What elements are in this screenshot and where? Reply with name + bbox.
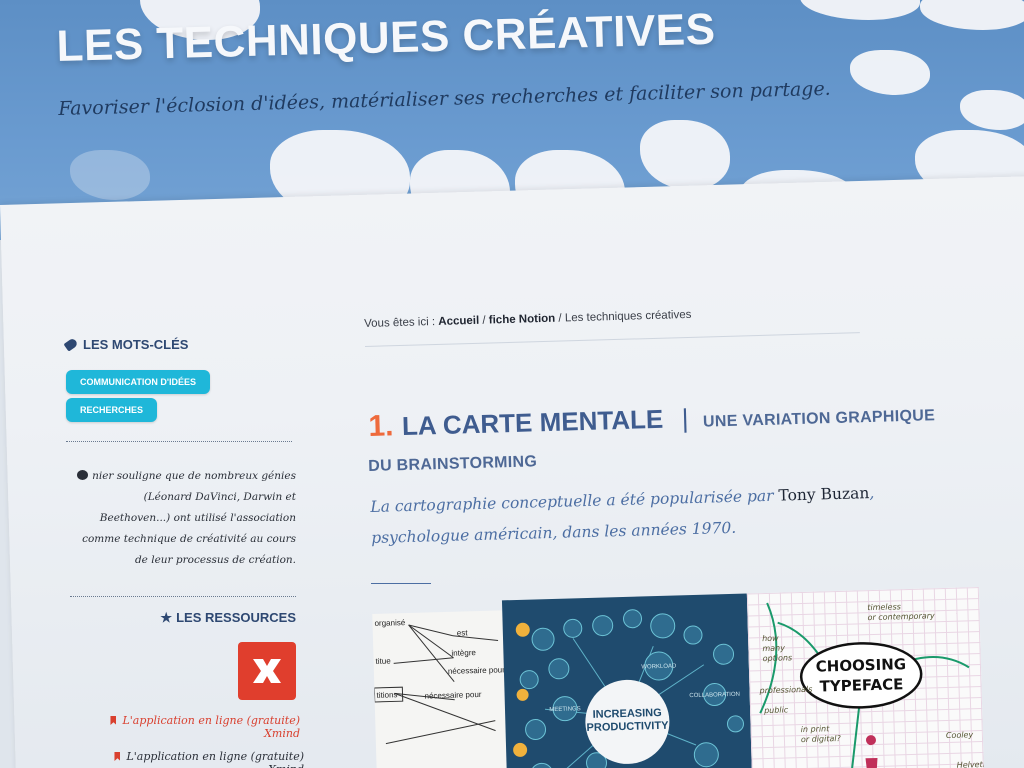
mindmap-gallery: organisé est intègre nécessaire pour néc…	[372, 587, 987, 768]
section-title: LA CARTE MENTALE	[401, 403, 664, 442]
svg-text:how: how	[762, 634, 779, 643]
bookmark-icon	[110, 716, 117, 725]
svg-text:Cooley: Cooley	[946, 730, 974, 740]
resource-link-xmind[interactable]: L'application en ligne (gratuite) Xmind	[96, 714, 300, 740]
typeface-mindmap-image[interactable]: CHOOSING TYPEFACE how many options profess…	[746, 587, 985, 768]
img1-label: est	[457, 628, 469, 637]
sidebar-quote: nier souligne que de nombreux génies (Lé…	[70, 466, 296, 571]
star-icon: ★	[160, 610, 173, 625]
concept-map-drawing: organisé est intègre nécessaire pour néc…	[373, 618, 505, 745]
svg-text:Helvetica: Helvetica	[957, 760, 985, 768]
resource-link-label[interactable]: L'application en ligne (gratuite) Xmind	[126, 750, 304, 768]
img2-title: INCREASING	[592, 707, 661, 721]
divider	[66, 441, 292, 442]
img3-title: TYPEFACE	[819, 675, 903, 695]
keyword-chip-recherches[interactable]: RECHERCHES	[66, 398, 158, 422]
img1-label: titue	[375, 656, 391, 665]
svg-text:in print: in print	[801, 724, 831, 734]
keyword-chip-communication[interactable]: COMMUNICATION D'IDÉES	[66, 370, 210, 394]
svg-text:timeless: timeless	[867, 602, 901, 612]
img2-title: PRODUCTIVITY	[586, 720, 669, 734]
bookmark-icon	[114, 752, 121, 761]
site-tagline: Favoriser l'éclosion d'idées, matérialis…	[58, 77, 831, 120]
img3-title: CHOOSING	[816, 655, 907, 676]
xmind-x-icon	[253, 659, 281, 683]
img1-label: organisé	[374, 618, 405, 628]
svg-text:or contemporary: or contemporary	[867, 611, 935, 622]
svg-text:many: many	[762, 643, 785, 653]
svg-text:or digital?: or digital?	[801, 734, 842, 744]
img2-label: COLLABORATION	[689, 692, 740, 699]
img2-label: MEETINGS	[549, 706, 580, 713]
keywords-heading-label: LES MOTS-CLÉS	[83, 337, 189, 352]
typeface-mindmap-drawing: CHOOSING TYPEFACE howmanyoptions profess…	[758, 602, 985, 768]
img2-label: WORKLOAD	[641, 664, 677, 671]
breadcrumb-separator: /	[558, 312, 562, 325]
tag-icon	[63, 337, 79, 352]
section-number: 1.	[368, 409, 394, 443]
img1-label: intègre	[451, 648, 476, 658]
resources-heading-label: LES RESSOURCES	[176, 610, 296, 625]
concept-map-image[interactable]: organisé est intègre nécessaire pour néc…	[372, 610, 508, 768]
divider	[70, 596, 296, 597]
quote-text: nier souligne que de nombreux génies (Lé…	[82, 470, 296, 566]
keywords-heading: LES MOTS-CLÉS	[63, 337, 189, 352]
img1-label: nécessaire pour	[424, 690, 481, 701]
breadcrumb-separator: /	[482, 314, 486, 327]
svg-text:options: options	[763, 653, 793, 663]
breadcrumb-section-link[interactable]: fiche Notion	[489, 313, 556, 327]
resource-link-label[interactable]: L'application en ligne (gratuite) Xmind	[122, 714, 300, 740]
xmind-logo[interactable]	[238, 642, 296, 700]
lead-name: Tony Buzan	[778, 484, 870, 505]
breadcrumb-home-link[interactable]: Accueil	[438, 315, 479, 328]
breadcrumb-prefix: Vous êtes ici :	[364, 316, 436, 330]
resource-link-xmind-2[interactable]: L'application en ligne (gratuite) Xmind	[96, 750, 304, 768]
svg-text:professionals: professionals	[758, 685, 812, 695]
img1-label: nécessaire pour	[448, 665, 505, 676]
productivity-map-drawing: INCREASING PRODUCTIVITY WORKLOAD COLLABO…	[513, 609, 744, 768]
resources-heading: ★ LES RESSOURCES	[120, 610, 296, 626]
productivity-map-image[interactable]: INCREASING PRODUCTIVITY WORKLOAD COLLABO…	[501, 593, 753, 768]
svg-text:public: public	[763, 705, 789, 715]
speech-bubble-icon	[77, 470, 89, 480]
lead-text: La cartographie conceptuelle a été popul…	[370, 486, 774, 516]
short-rule	[371, 583, 431, 584]
title-separator: |	[681, 403, 689, 434]
section-subtitle: UNE VARIATION GRAPHIQUE	[702, 407, 936, 431]
img1-label: titions	[376, 690, 397, 700]
